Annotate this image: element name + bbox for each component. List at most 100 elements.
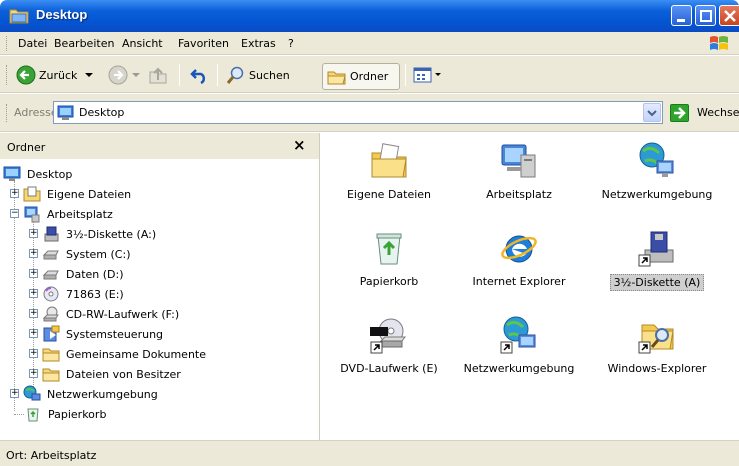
- search-icon: [226, 66, 244, 84]
- up-button[interactable]: [148, 63, 168, 87]
- expand-toggle[interactable]: +: [29, 269, 38, 278]
- content-view: Eigene Dateien Arbeitsplatz Netzwerkumge…: [321, 133, 739, 440]
- menu-bearbeiten[interactable]: Bearbeiten: [54, 37, 114, 50]
- expand-toggle[interactable]: +: [29, 229, 38, 238]
- tree-item-dateien-von-besitzer[interactable]: + Dateien von Besitzer: [28, 364, 183, 384]
- tree-item-dvd-e[interactable]: + 71863 (E:): [28, 284, 126, 304]
- windows-logo-icon: [710, 36, 728, 50]
- recycle-bin-icon: [27, 408, 39, 422]
- collapse-toggle[interactable]: −: [10, 209, 19, 218]
- search-label: Suchen: [249, 68, 290, 82]
- toolbar-grip[interactable]: [6, 65, 9, 85]
- tree-item-daten-d[interactable]: + Daten (D:): [28, 264, 126, 284]
- chevron-down-icon: [647, 110, 657, 117]
- address-label: Adresse: [14, 106, 58, 119]
- expand-toggle[interactable]: +: [29, 369, 38, 378]
- minimize-button[interactable]: [671, 5, 692, 26]
- search-button[interactable]: Suchen: [226, 63, 290, 87]
- back-button[interactable]: Zurück: [16, 63, 95, 87]
- status-text: Ort: Arbeitsplatz: [6, 449, 97, 462]
- my-documents-icon: [371, 143, 407, 178]
- expand-toggle[interactable]: +: [10, 189, 19, 198]
- menu-help[interactable]: ?: [288, 37, 294, 50]
- folder-tree-panel: Ordner × Desktop + Eigene Dateien − Arbe…: [0, 133, 320, 440]
- folder-icon: [9, 9, 29, 24]
- expand-toggle[interactable]: +: [29, 349, 38, 358]
- menu-grip[interactable]: [6, 36, 9, 51]
- folder-panel-title: Ordner: [7, 141, 46, 154]
- menu-extras[interactable]: Extras: [241, 37, 276, 50]
- network-shortcut-icon: [500, 316, 536, 354]
- expand-toggle[interactable]: +: [29, 249, 38, 258]
- title-bar[interactable]: Desktop: [0, 0, 739, 32]
- content-item-netzwerkumgebung-shortcut[interactable]: Netzwerkumgebung: [459, 315, 579, 376]
- go-label[interactable]: Wechseln zu: [697, 106, 739, 119]
- forward-arrow-icon: [108, 65, 128, 85]
- expand-toggle[interactable]: +: [29, 309, 38, 318]
- tree-item-floppy[interactable]: + 3½-Diskette (A:): [28, 224, 158, 244]
- control-panel-icon: [43, 325, 60, 342]
- floppy-shortcut-icon: [638, 231, 674, 267]
- tree-item-desktop[interactable]: Desktop: [3, 164, 74, 184]
- tree-item-cd-rw-f[interactable]: + CD-RW-Laufwerk (F:): [28, 304, 181, 324]
- tree-item-papierkorb[interactable]: Papierkorb: [24, 404, 108, 424]
- content-item-eigene-dateien[interactable]: Eigene Dateien: [329, 141, 449, 202]
- content-item-papierkorb[interactable]: Papierkorb: [329, 228, 449, 289]
- folders-button[interactable]: Ordner: [322, 63, 400, 90]
- chevron-down-icon: [85, 73, 94, 77]
- address-grip[interactable]: [6, 104, 9, 122]
- content-item-netzwerkumgebung[interactable]: Netzwerkumgebung: [597, 141, 717, 202]
- internet-explorer-icon: [501, 235, 537, 263]
- content-item-floppy-a[interactable]: 3½-Diskette (A): [597, 228, 717, 291]
- content-item-dvd-e[interactable]: DVD-Laufwerk (E): [329, 315, 449, 376]
- menu-favoriten[interactable]: Favoriten: [178, 37, 229, 50]
- content-item-windows-explorer[interactable]: Windows-Explorer: [597, 315, 717, 376]
- back-arrow-icon: [16, 65, 36, 85]
- undo-icon: [190, 69, 206, 85]
- expand-toggle[interactable]: +: [10, 389, 19, 398]
- address-input[interactable]: Desktop: [53, 101, 663, 124]
- dvd-drive-icon: [43, 286, 59, 302]
- dvd-shortcut-icon: [370, 318, 406, 354]
- go-button[interactable]: [670, 104, 689, 122]
- floppy-icon: [44, 226, 59, 242]
- window-title: Desktop: [36, 7, 88, 22]
- explorer-shortcut-icon: [638, 324, 674, 354]
- menu-bar: Datei Bearbeiten Ansicht Favoriten Extra…: [0, 32, 739, 55]
- address-dropdown-button[interactable]: [643, 103, 661, 122]
- folder-icon: [327, 71, 346, 84]
- minimize-icon: [677, 19, 685, 22]
- forward-button[interactable]: [108, 63, 141, 87]
- back-label: Zurück: [39, 68, 78, 82]
- maximize-button[interactable]: [695, 5, 716, 26]
- recycle-bin-icon: [376, 233, 402, 265]
- folder-up-icon: [149, 67, 167, 84]
- views-button[interactable]: [413, 63, 442, 87]
- close-button[interactable]: [719, 5, 739, 26]
- tree-item-system-c[interactable]: + System (C:): [28, 244, 133, 264]
- views-icon: [413, 67, 432, 83]
- undo-button[interactable]: [190, 63, 210, 87]
- expand-toggle[interactable]: +: [29, 329, 38, 338]
- close-panel-button[interactable]: ×: [293, 136, 306, 154]
- folder-icon: [42, 348, 60, 362]
- tree-item-systemsteuerung[interactable]: + Systemsteuerung: [28, 324, 165, 344]
- menu-datei[interactable]: Datei: [18, 37, 47, 50]
- tree-item-eigene-dateien[interactable]: + Eigene Dateien: [9, 184, 133, 204]
- hard-drive-icon: [42, 250, 59, 260]
- address-value: Desktop: [79, 106, 125, 119]
- go-arrow-icon: [674, 107, 686, 119]
- tree-item-arbeitsplatz[interactable]: − Arbeitsplatz: [9, 204, 115, 224]
- network-icon: [23, 385, 41, 401]
- maximize-icon: [700, 10, 712, 22]
- standard-toolbar: Zurück Suchen Ordner: [0, 56, 739, 93]
- menu-ansicht[interactable]: Ansicht: [122, 37, 163, 50]
- status-bar: Ort: Arbeitsplatz: [0, 440, 739, 466]
- expand-toggle[interactable]: +: [29, 289, 38, 298]
- content-item-internet-explorer[interactable]: Internet Explorer: [459, 228, 579, 289]
- tree-item-netzwerkumgebung[interactable]: + Netzwerkumgebung: [9, 384, 160, 404]
- content-item-arbeitsplatz[interactable]: Arbeitsplatz: [459, 141, 579, 202]
- chevron-down-icon: [435, 73, 441, 76]
- tree-item-gemeinsame-dokumente[interactable]: + Gemeinsame Dokumente: [28, 344, 208, 364]
- cd-drive-icon: [42, 306, 59, 322]
